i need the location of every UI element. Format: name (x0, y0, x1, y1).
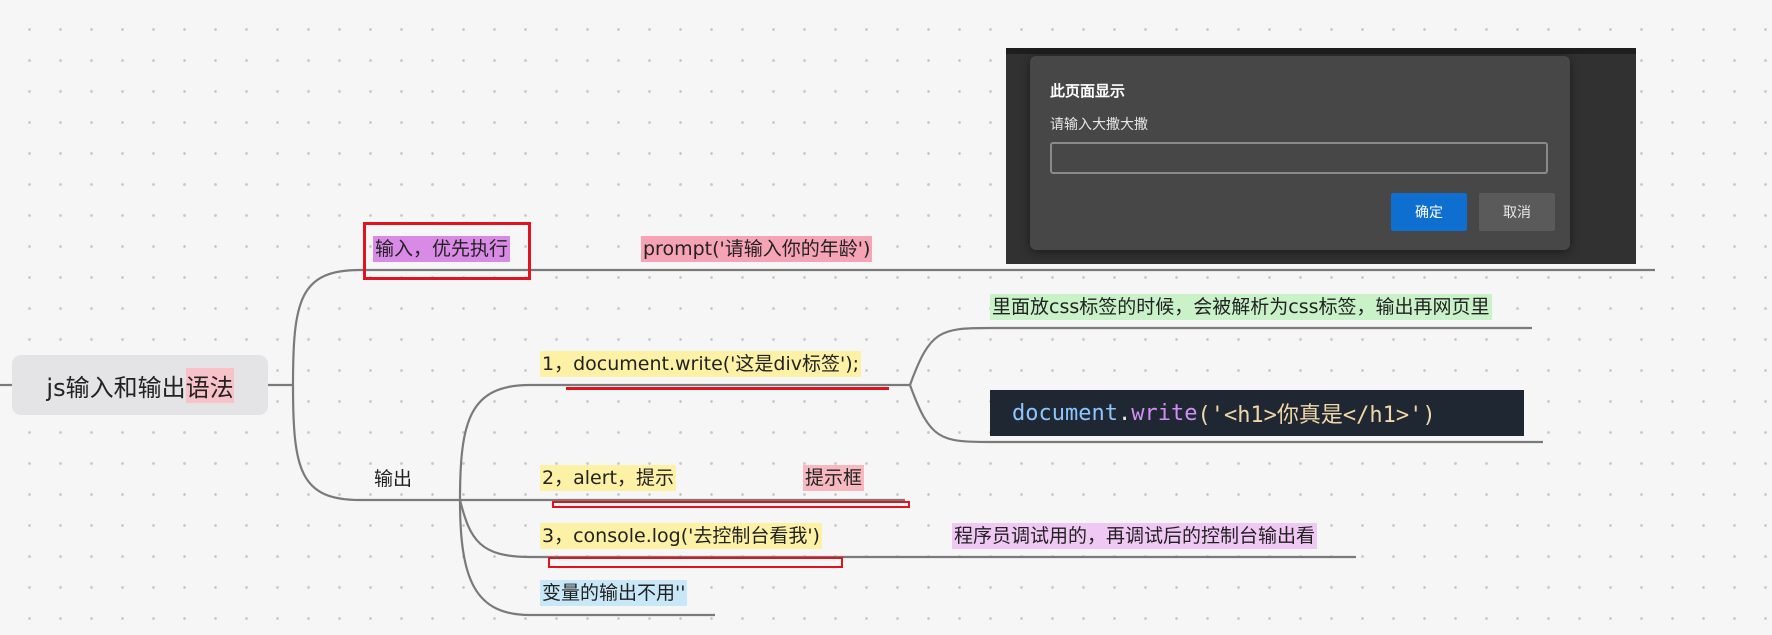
prompt-code-node[interactable]: prompt('请输入你的年龄') (641, 236, 873, 262)
root-topic[interactable]: js输入和输出 语法 (12, 355, 268, 415)
alert-note-node[interactable]: 提示框 (803, 465, 865, 491)
alert-node[interactable]: 2，alert，提示 (540, 465, 676, 491)
console-underline-box (548, 557, 843, 568)
prompt-dialog-screenshot: 此页面显示 请输入大撒大撒 确定 取消 (1006, 48, 1636, 264)
dialog-top-bar (1006, 48, 1636, 54)
root-label-tail: 语法 (185, 367, 234, 403)
document-write-underline (566, 387, 889, 390)
variable-output-node[interactable]: 变量的输出不用'' (540, 580, 688, 606)
code-function: write (1131, 400, 1198, 426)
dialog-ok-button[interactable]: 确定 (1391, 193, 1467, 231)
dialog-text-input[interactable] (1050, 142, 1548, 174)
css-note-node[interactable]: 里面放css标签的时候，会被解析为css标签，输出再网页里 (990, 294, 1492, 320)
code-example-image: document. write ('<h1>你真是</h1>') (990, 390, 1524, 436)
output-node[interactable]: 输出 (372, 466, 414, 492)
code-object: document (1012, 400, 1118, 426)
code-args: ('<h1>你真是</h1>') (1197, 403, 1436, 428)
dialog-cancel-button[interactable]: 取消 (1479, 193, 1555, 231)
document-write-node[interactable]: 1，document.write('这是div标签'); (540, 351, 862, 377)
code-dot: . (1117, 400, 1132, 426)
alert-underline-box (552, 501, 910, 508)
console-note-node[interactable]: 程序员调试用的，再调试后的控制台输出看 (952, 523, 1318, 549)
dialog-message: 请输入大撒大撒 (1050, 117, 1148, 133)
dialog-title: 此页面显示 (1050, 82, 1126, 100)
input-node-highlight-box (363, 222, 531, 280)
root-label-main: js输入和输出 (46, 373, 186, 402)
console-log-node[interactable]: 3，console.log('去控制台看我') (540, 523, 822, 549)
prompt-dialog: 此页面显示 请输入大撒大撒 确定 取消 (1030, 56, 1570, 250)
